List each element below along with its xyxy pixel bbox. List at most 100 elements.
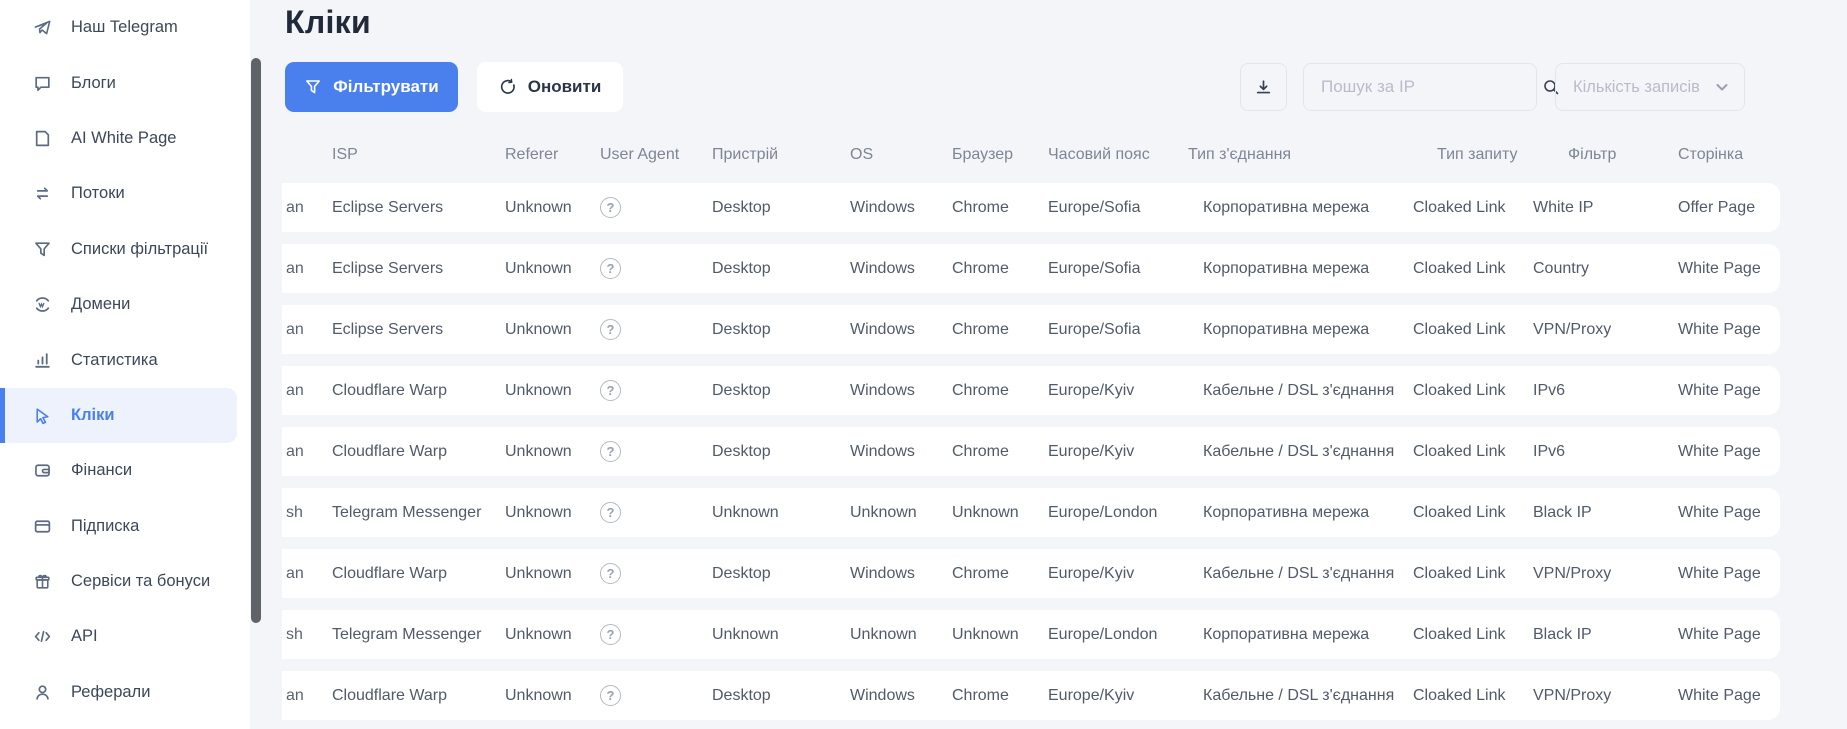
column-header: Тип запиту — [1437, 146, 1557, 164]
table-row: anCloudflare WarpUnknown?DesktopWindowsC… — [282, 366, 1780, 415]
column-header: ISP — [332, 146, 505, 164]
cell-request_type: Cloaked Link — [1413, 626, 1533, 644]
sidebar-item-api[interactable]: API — [0, 609, 250, 664]
cell-page: White Page — [1678, 626, 1780, 644]
sidebar-item-services-bonuses[interactable]: Сервіси та бонуси — [0, 554, 250, 609]
records-count-select[interactable]: Кількість записів — [1555, 63, 1745, 111]
sidebar-item-filter-lists[interactable]: Списки фільтрації — [0, 222, 250, 277]
cell-device: Desktop — [712, 382, 850, 400]
column-header: Пристрій — [712, 146, 850, 164]
cell-referer: Unknown — [505, 504, 600, 522]
cell-device: Unknown — [712, 504, 850, 522]
cell-request_type: Cloaked Link — [1413, 321, 1533, 339]
question-circle-icon[interactable]: ? — [600, 624, 621, 645]
question-circle-icon[interactable]: ? — [600, 441, 621, 462]
cell-timezone: Europe/London — [1048, 504, 1203, 522]
cell-device: Unknown — [712, 626, 850, 644]
chevron-down-icon — [1714, 79, 1730, 95]
cell-request_type: Cloaked Link — [1413, 382, 1533, 400]
cell-timezone: Europe/Sofia — [1048, 199, 1203, 217]
cell-timezone: Europe/Kyiv — [1048, 443, 1203, 461]
main-content: Кліки Фільтрувати Оновити К — [250, 0, 1847, 729]
cell-page: White Page — [1678, 321, 1780, 339]
cell-referer: Unknown — [505, 443, 600, 461]
sidebar-item-telegram[interactable]: Наш Telegram — [0, 0, 250, 55]
column-header: Referer — [505, 146, 600, 164]
vertical-scrollbar-thumb[interactable] — [251, 58, 261, 623]
cell-connection: Кабельне / DSL з'єднання — [1203, 382, 1413, 400]
cell-browser: Unknown — [952, 504, 1048, 522]
cell-os: Windows — [850, 565, 952, 583]
question-circle-icon[interactable]: ? — [600, 502, 621, 523]
question-circle-icon[interactable]: ? — [600, 258, 621, 279]
sidebar-item-label: Потоки — [71, 184, 125, 203]
question-circle-icon[interactable]: ? — [600, 563, 621, 584]
cell-referer: Unknown — [505, 687, 600, 705]
cell-device: Desktop — [712, 260, 850, 278]
sidebar-item-clicks[interactable]: Кліки — [0, 388, 237, 443]
cell-referer: Unknown — [505, 199, 600, 217]
cell-os: Unknown — [850, 504, 952, 522]
cell-filter: Country — [1533, 260, 1678, 278]
sidebar-item-label: Фінанси — [71, 461, 132, 480]
cell-user_agent: ? — [600, 319, 712, 340]
cell-connection: Кабельне / DSL з'єднання — [1203, 687, 1413, 705]
cell-referer: Unknown — [505, 565, 600, 583]
table-body: anEclipse ServersUnknown?DesktopWindowsC… — [282, 183, 1780, 720]
cell-timezone: Europe/London — [1048, 626, 1203, 644]
sidebar-item-referrals[interactable]: Реферали — [0, 665, 250, 720]
cell-clipped: an — [282, 260, 332, 278]
cell-timezone: Europe/Kyiv — [1048, 382, 1203, 400]
cell-clipped: an — [282, 321, 332, 339]
cell-timezone: Europe/Sofia — [1048, 321, 1203, 339]
cell-connection: Корпоративна мережа — [1203, 626, 1413, 644]
sidebar-item-ai-white-page[interactable]: AI White Page — [0, 111, 250, 166]
cell-filter: Black IP — [1533, 626, 1678, 644]
sidebar-item-label: API — [71, 627, 98, 646]
cell-request_type: Cloaked Link — [1413, 504, 1533, 522]
cell-isp: Cloudflare Warp — [332, 687, 505, 705]
sidebar-item-subscription[interactable]: Підписка — [0, 499, 250, 554]
cell-clipped: sh — [282, 504, 332, 522]
question-circle-icon[interactable]: ? — [600, 197, 621, 218]
cell-browser: Chrome — [952, 687, 1048, 705]
cell-connection: Корпоративна мережа — [1203, 504, 1413, 522]
cell-filter: VPN/Proxy — [1533, 565, 1678, 583]
cell-page: White Page — [1678, 565, 1780, 583]
sidebar-item-label: Підписка — [71, 517, 139, 536]
sidebar-item-label: Кліки — [71, 406, 115, 425]
question-circle-icon[interactable]: ? — [600, 685, 621, 706]
download-button[interactable] — [1240, 63, 1287, 111]
cell-isp: Cloudflare Warp — [332, 443, 505, 461]
sidebar-item-flows[interactable]: Потоки — [0, 166, 250, 221]
toolbar-right: Кількість записів — [250, 63, 1847, 111]
sidebar-item-domains[interactable]: Домени — [0, 277, 250, 332]
cell-os: Unknown — [850, 626, 952, 644]
cell-browser: Chrome — [952, 565, 1048, 583]
sidebar-item-statistics[interactable]: Статистика — [0, 332, 250, 387]
question-circle-icon[interactable]: ? — [600, 380, 621, 401]
sidebar-item-label: Реферали — [71, 683, 150, 702]
cell-request_type: Cloaked Link — [1413, 565, 1533, 583]
cell-filter: IPv6 — [1533, 443, 1678, 461]
cell-user_agent: ? — [600, 624, 712, 645]
cell-filter: VPN/Proxy — [1533, 321, 1678, 339]
cell-user_agent: ? — [600, 197, 712, 218]
cell-device: Desktop — [712, 565, 850, 583]
sidebar-item-finances[interactable]: Фінанси — [0, 443, 250, 498]
question-circle-icon[interactable]: ? — [600, 319, 621, 340]
cell-user_agent: ? — [600, 502, 712, 523]
table-row: anEclipse ServersUnknown?DesktopWindowsC… — [282, 183, 1780, 232]
cell-request_type: Cloaked Link — [1413, 443, 1533, 461]
table-row: shTelegram MessengerUnknown?UnknownUnkno… — [282, 488, 1780, 537]
cell-browser: Chrome — [952, 382, 1048, 400]
column-header: User Agent — [600, 146, 712, 164]
search-input[interactable] — [1304, 77, 1542, 97]
page-title: Кліки — [285, 4, 371, 41]
sidebar-item-blogs[interactable]: Блоги — [0, 55, 250, 110]
cell-filter: VPN/Proxy — [1533, 687, 1678, 705]
cell-isp: Telegram Messenger — [332, 626, 505, 644]
cell-os: Windows — [850, 199, 952, 217]
cell-request_type: Cloaked Link — [1413, 687, 1533, 705]
search-box — [1303, 63, 1537, 111]
